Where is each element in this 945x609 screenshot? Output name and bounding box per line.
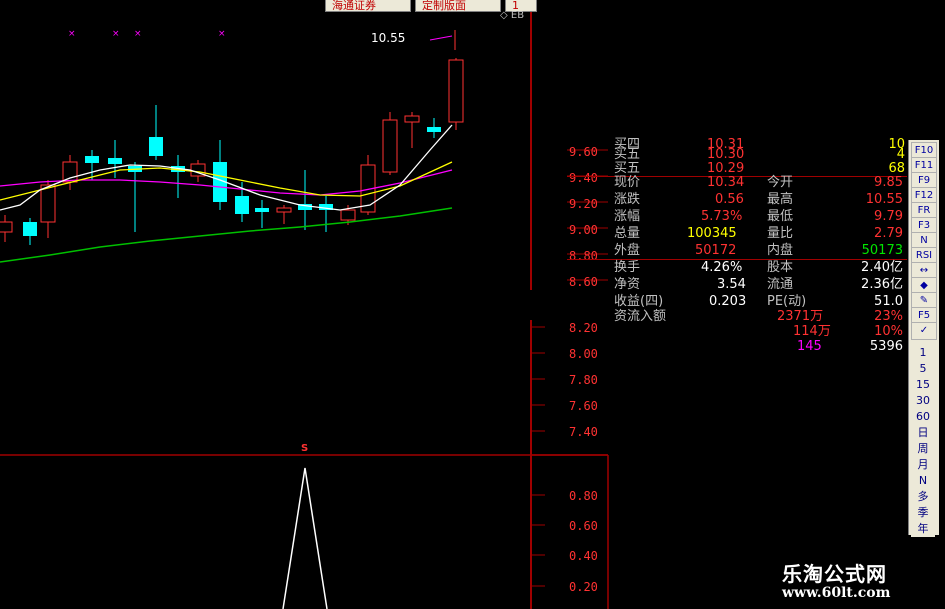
volume-tick: 7.80	[569, 373, 598, 387]
indicator-tick: 0.40	[569, 549, 598, 563]
quote-value: 10.34	[707, 175, 745, 190]
watermark-url: www.60lt.com	[782, 585, 891, 601]
candle-body	[340, 209, 356, 221]
period-button[interactable]: 30	[911, 393, 935, 409]
quote-label: 今开	[767, 175, 794, 190]
quote-value: 10.55	[865, 192, 903, 207]
svg-text:×: ×	[218, 29, 226, 39]
quote-value: 9.85	[874, 175, 903, 190]
quote-label: 流通	[767, 277, 794, 292]
quote-value: 0.56	[715, 192, 744, 207]
period-button[interactable]: 5	[911, 361, 935, 377]
svg-text:×: ×	[68, 29, 76, 39]
turnover-row: 换手 4.26% 股本 2.40亿	[567, 259, 907, 276]
svg-text:×: ×	[134, 29, 142, 39]
volume-tick: 7.60	[569, 399, 598, 413]
quote-label: 总量	[614, 226, 641, 241]
high-price-label: 10.55	[371, 31, 406, 45]
candle-body	[235, 196, 249, 214]
quote-label: 换手	[614, 260, 641, 275]
quote-value: 4.26%	[701, 260, 743, 275]
candle-body	[382, 119, 398, 173]
watermark-title: 乐淘公式网	[782, 562, 887, 586]
candle-body	[448, 59, 464, 123]
candle-body	[108, 158, 122, 164]
candle-body	[427, 127, 441, 132]
indicator-spike	[282, 467, 328, 609]
quote-value: 9.79	[874, 209, 903, 224]
volume-row: 总量 100345 量比 2.79	[567, 225, 907, 242]
period-button[interactable]: 1	[911, 345, 935, 361]
quote-label: 最高	[767, 192, 794, 207]
period-button[interactable]: 年	[911, 521, 935, 537]
svg-text:×: ×	[112, 29, 120, 39]
quote-label: 量比	[767, 226, 794, 241]
candle-body	[40, 184, 56, 223]
right-toolbar: F10 F11 F9 F12 FR F3 N RSI ↔ ◆ ✎ F5 ✓ 1 5 15 30 60 日周月 N 多季年	[908, 140, 939, 537]
quote-label: 最低	[767, 209, 794, 224]
period-button[interactable]: 季	[911, 505, 935, 521]
indicator-tick: 0.80	[569, 489, 598, 503]
outer-row: 外盘 50172 内盘 50173	[567, 242, 907, 259]
quote-value: 50173	[861, 243, 903, 258]
candle-body	[276, 207, 292, 213]
quote-value: 5.73%	[701, 209, 743, 224]
quote-label: 内盘	[767, 243, 794, 258]
flow-row-3: 145 5396	[567, 338, 907, 355]
quote-label: 涨跌	[614, 192, 641, 207]
quote-label: 现价	[614, 175, 641, 190]
candle-body	[23, 222, 37, 236]
quote-label: 净资	[614, 277, 641, 292]
candle-body	[62, 161, 78, 183]
flow-value: 145	[797, 339, 822, 354]
ma60-line	[0, 207, 453, 263]
change-row: 涨跌 0.56 最高 10.55	[567, 191, 907, 208]
period-button[interactable]: N	[911, 473, 935, 489]
quote-label: 涨幅	[614, 209, 641, 224]
candle-body	[255, 208, 269, 212]
candle-body	[149, 137, 163, 156]
quote-value: 50172	[695, 243, 737, 258]
period-button[interactable]: 多	[911, 489, 935, 505]
candle-body	[0, 221, 13, 233]
candle-body	[85, 156, 99, 163]
volume-tick: 7.40	[569, 425, 598, 439]
indicator-tick: 0.20	[569, 580, 598, 594]
quote-value: 2.79	[874, 226, 903, 241]
toolbar-icon-button[interactable]: ✓	[911, 322, 937, 340]
indicator-tick: 0.60	[569, 519, 598, 533]
quote-value: 2.40亿	[861, 260, 903, 275]
period-button[interactable]: 60	[911, 409, 935, 425]
signal-marker: S	[301, 443, 309, 454]
price-row: 现价 10.34 今开 9.85	[567, 174, 907, 191]
flow-pct: 5396	[869, 339, 903, 354]
quote-label: 股本	[767, 260, 794, 275]
candle-body	[404, 115, 420, 123]
period-button[interactable]: 日	[911, 425, 935, 441]
period-button[interactable]: 周	[911, 441, 935, 457]
net-assets-row: 净资 3.54 流通 2.36亿	[567, 276, 907, 293]
period-button[interactable]: 15	[911, 377, 935, 393]
quote-label: 外盘	[614, 243, 641, 258]
quote-value: 2.36亿	[861, 277, 903, 292]
quote-value: 100345	[687, 226, 737, 241]
quote-value: 3.54	[717, 277, 746, 292]
pct-row: 涨幅 5.73% 最低 9.79	[567, 208, 907, 225]
period-button[interactable]: 月	[911, 457, 935, 473]
